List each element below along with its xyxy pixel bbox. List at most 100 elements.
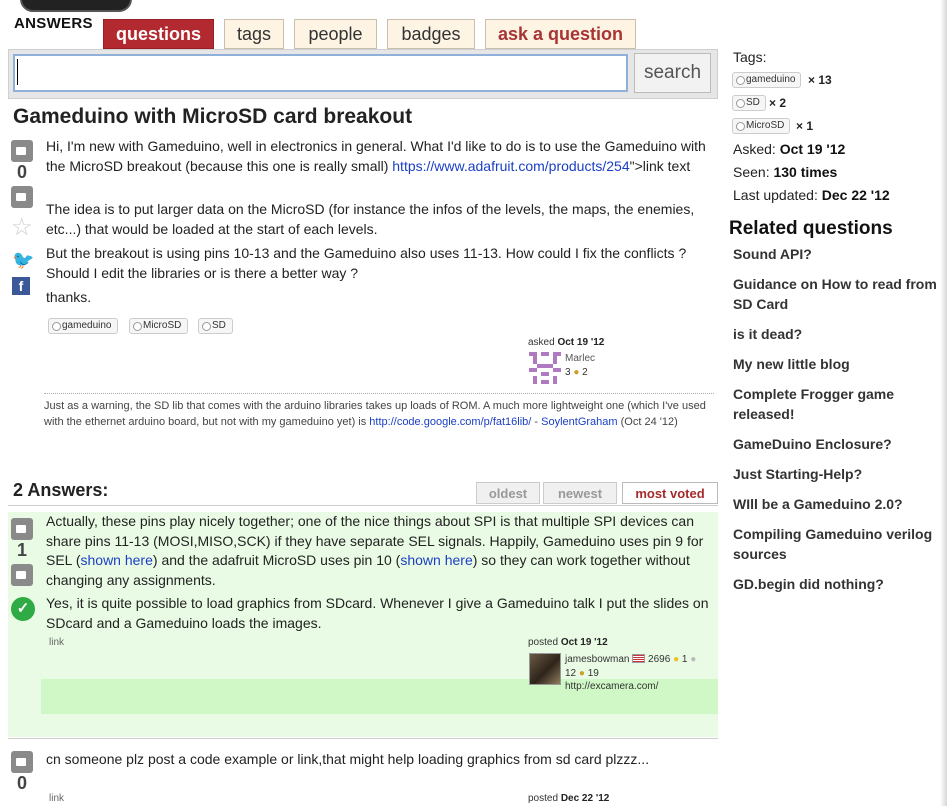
sidebar-tag-microsd[interactable]: MicroSD <box>732 118 791 134</box>
tab-badges[interactable]: badges <box>387 19 475 49</box>
related-question-link[interactable]: GD.begin did nothing? <box>733 574 945 594</box>
answer-text-b: ) and the adafruit MicroSD uses pin 10 ( <box>152 552 401 568</box>
twitter-icon[interactable]: 🐦 <box>12 250 34 271</box>
answer-vote-count: 1 <box>16 540 27 560</box>
author-name[interactable]: Marlec <box>565 353 595 364</box>
asked-date: Oct 19 '12 <box>557 337 605 348</box>
sidebar-tag-gameduino[interactable]: gameduino <box>732 72 802 88</box>
answers-heading: 2 Answers: <box>13 480 109 500</box>
comment-link[interactable]: http://code.google.com/p/fat16lib/ <box>369 416 531 428</box>
answer-paragraph-2: Yes, it is quite possible to load graphi… <box>46 595 709 631</box>
thumbs-down-icon[interactable] <box>11 186 33 208</box>
related-question-link[interactable]: Compiling Gameduino verilog sources <box>733 524 945 564</box>
asked-label: Asked: <box>733 141 776 157</box>
tab-ask-question[interactable]: ask a question <box>485 19 636 49</box>
author-reputation: 3 ● 2 <box>565 367 588 378</box>
related-question-link[interactable]: WIll be a Gameduino 2.0? <box>733 494 945 514</box>
logo-graphic <box>20 0 132 12</box>
user-avatar-jamesbowman[interactable] <box>529 653 561 685</box>
shown-here-link-1[interactable]: shown here <box>81 552 153 568</box>
thumbs-up-icon[interactable] <box>11 518 33 540</box>
thumbs-down-icon[interactable] <box>11 564 33 586</box>
related-question-link[interactable]: Guidance on How to read from SD Card <box>733 274 945 314</box>
answer2-vote-count: 0 <box>16 773 27 793</box>
facebook-icon[interactable]: f <box>12 277 30 295</box>
tab-tags[interactable]: tags <box>224 19 284 49</box>
question-comment: Just as a warning, the SD lib that comes… <box>44 393 714 430</box>
related-question-link[interactable]: My new little blog <box>733 354 945 374</box>
accepted-check-icon[interactable]: ✓ <box>11 597 35 621</box>
silver-badge-icon: ● <box>690 654 697 665</box>
question-paragraph-1-tail: ">link text <box>629 157 691 174</box>
question-paragraph-4: thanks. <box>46 289 92 305</box>
asked-info: asked Oct 19 '12 <box>528 337 604 348</box>
search-input[interactable] <box>13 54 628 92</box>
sort-oldest-tab[interactable]: oldest <box>476 482 540 504</box>
accepted-answer: 1 ✓ Actually, these pins play nicely tog… <box>8 512 718 737</box>
question-paragraph-2: The idea is to put larger data on the Mi… <box>46 201 695 237</box>
related-question-link[interactable]: Sound API? <box>733 244 945 264</box>
answer-permalink[interactable]: link <box>49 637 64 648</box>
search-button[interactable]: search <box>634 53 711 93</box>
updated-label: Last updated: <box>733 187 818 203</box>
favorite-star-icon[interactable]: ☆ <box>11 216 33 240</box>
seen-label: Seen: <box>733 164 770 180</box>
sidebar: Tags: gameduino × 13 SD × 2 MicroSD × 1 … <box>724 0 947 806</box>
question-paragraph-3: But the breakout is using pins 10-13 and… <box>46 245 687 281</box>
bronze-badge-count: 19 <box>587 667 599 679</box>
site-logo[interactable]: ANSWERS <box>12 0 132 36</box>
bronze-badge-icon: ● <box>578 667 585 679</box>
related-question-link[interactable]: is it dead? <box>733 324 945 344</box>
sort-most-voted-tab[interactable]: most voted <box>622 482 718 504</box>
divider <box>8 505 718 506</box>
tag-gameduino[interactable]: gameduino <box>48 318 119 334</box>
user-avatar-marlec[interactable] <box>529 352 561 384</box>
posted-date: Oct 19 '12 <box>560 637 608 648</box>
posted-label: posted <box>528 793 559 804</box>
thumbs-up-icon[interactable] <box>11 140 33 162</box>
text-cursor <box>17 59 18 85</box>
answer2-text: cn someone plz post a code example or li… <box>46 751 650 767</box>
window-edge-shadow <box>940 0 947 806</box>
asked-value: Oct 19 '12 <box>779 141 846 157</box>
adafruit-link[interactable]: https://www.adafruit.com/products/254 <box>392 158 629 174</box>
question-vote-count: 0 <box>16 162 27 182</box>
question-paragraph-1: Hi, I'm new with Gameduino, well in elec… <box>46 137 716 176</box>
tab-people[interactable]: people <box>294 19 377 49</box>
related-question-link[interactable]: Just Starting-Help? <box>733 464 945 484</box>
logo-text: ANSWERS <box>14 15 93 32</box>
answer-author-name[interactable]: jamesbowman <box>565 654 629 665</box>
sidebar-asked: Asked: Oct 19 '12 <box>733 141 845 157</box>
answer2-permalink[interactable]: link <box>49 793 64 804</box>
sidebar-tags-label: Tags: <box>733 49 767 65</box>
related-question-link[interactable]: GameDuino Enclosure? <box>733 434 945 454</box>
tag-sd[interactable]: SD <box>198 318 233 334</box>
silver-badge-count: 12 <box>565 667 577 679</box>
answer-author-url[interactable]: http://excamera.com/ <box>565 681 658 692</box>
sidebar-tag-count: × 1 <box>796 119 814 133</box>
search-bar: search <box>8 49 718 99</box>
comment-date: (Oct 24 '12) <box>617 416 678 428</box>
tag-microsd[interactable]: MicroSD <box>129 318 189 334</box>
sidebar-tag-count: × 13 <box>808 73 832 87</box>
thumbs-up-icon[interactable] <box>11 751 33 773</box>
comment-author[interactable]: SoylentGraham <box>541 416 617 428</box>
comment-separator: - <box>531 416 542 428</box>
answer-author-info: jamesbowman 2696 ● 1 ● 12 ● 19 http://exca… <box>565 653 723 694</box>
us-flag-icon <box>632 654 646 663</box>
gold-badge-count: 1 <box>681 654 688 665</box>
sort-newest-tab[interactable]: newest <box>543 482 617 504</box>
divider <box>8 738 718 739</box>
reputation-score: 3 <box>565 367 571 378</box>
related-questions-heading: Related questions <box>729 218 893 239</box>
bronze-badge-count: 2 <box>582 367 588 378</box>
answer-author-reputation: 2696 <box>648 654 671 665</box>
question-title[interactable]: Gameduino with MicroSD card breakout <box>13 105 412 129</box>
posted-date: Dec 22 '12 <box>560 793 610 804</box>
tab-questions[interactable]: questions <box>103 19 214 49</box>
sidebar-tag-sd[interactable]: SD <box>732 95 766 111</box>
asked-label: asked <box>528 337 555 348</box>
related-question-link[interactable]: Complete Frogger game released! <box>733 384 945 424</box>
answer-paragraph-1: Actually, these pins play nicely togethe… <box>46 512 718 590</box>
shown-here-link-2[interactable]: shown here <box>400 552 472 568</box>
